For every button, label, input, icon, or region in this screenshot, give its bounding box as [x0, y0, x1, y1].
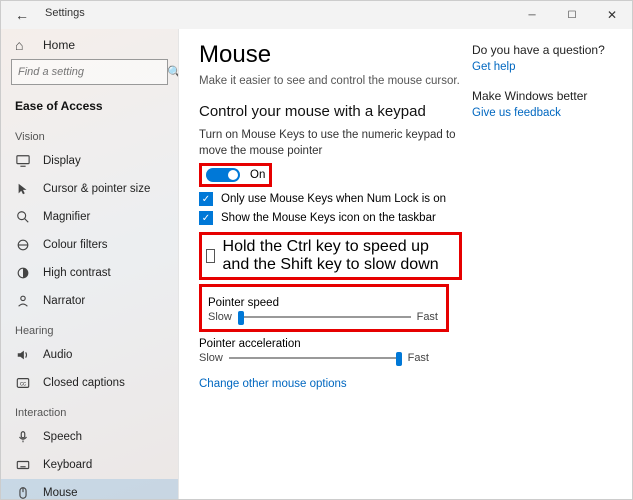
sidebar-item-closed-captions[interactable]: cc Closed captions: [1, 369, 178, 397]
sidebar-item-label: High contrast: [43, 267, 111, 279]
home-label: Home: [43, 38, 75, 52]
checkbox-label: Only use Mouse Keys when Num Lock is on: [221, 193, 446, 205]
slider-slow-label: Slow: [199, 352, 223, 364]
sidebar-item-high-contrast[interactable]: High contrast: [1, 259, 178, 287]
back-button[interactable]: ←: [1, 1, 43, 29]
slider-thumb[interactable]: [238, 311, 244, 325]
sidebar-item-label: Display: [43, 155, 81, 167]
sidebar-item-audio[interactable]: Audio: [1, 341, 178, 369]
slider-slow-label: Slow: [208, 311, 232, 323]
home-link[interactable]: ⌂ Home: [1, 29, 178, 59]
sidebar-item-label: Magnifier: [43, 211, 90, 223]
category-header: Ease of Access: [1, 93, 178, 121]
magnifier-icon: [15, 210, 31, 224]
closed-captions-icon: cc: [15, 376, 31, 390]
close-button[interactable]: ✕: [592, 1, 632, 29]
sidebar-item-keyboard[interactable]: Keyboard: [1, 451, 178, 479]
slider-title-speed: Pointer speed: [208, 297, 440, 309]
keyboard-icon: [15, 458, 31, 472]
mouse-icon: [15, 486, 31, 499]
svg-text:cc: cc: [20, 381, 26, 388]
sidebar-item-label: Closed captions: [43, 377, 125, 389]
display-icon: [15, 154, 31, 168]
sidebar-item-cursor[interactable]: Cursor & pointer size: [1, 175, 178, 203]
slider-title-accel: Pointer acceleration: [199, 338, 449, 350]
sidebar-item-label: Audio: [43, 349, 72, 361]
speech-icon: [15, 430, 31, 444]
slider-fast-label: Fast: [417, 311, 438, 323]
section-title: Control your mouse with a keypad: [199, 103, 462, 120]
sidebar: ⌂ Home 🔍 Ease of Access Vision Display: [1, 29, 179, 499]
pointer-accel-slider[interactable]: [229, 357, 402, 359]
window-title: Settings: [43, 1, 85, 19]
search-icon[interactable]: 🔍: [167, 65, 179, 79]
sidebar-item-narrator[interactable]: Narrator: [1, 287, 178, 315]
search-input[interactable]: [12, 66, 167, 78]
feedback-link[interactable]: Give us feedback: [472, 107, 612, 119]
sidebar-item-mouse[interactable]: Mouse: [1, 479, 178, 499]
get-help-link[interactable]: Get help: [472, 61, 612, 73]
sidebar-item-label: Keyboard: [43, 459, 92, 471]
search-box[interactable]: 🔍: [11, 59, 168, 85]
audio-icon: [15, 348, 31, 362]
minimize-button[interactable]: ─: [512, 1, 552, 29]
page-title: Mouse: [199, 41, 462, 69]
colour-filters-icon: [15, 238, 31, 252]
group-header-vision: Vision: [1, 121, 178, 147]
sidebar-item-speech[interactable]: Speech: [1, 423, 178, 451]
sidebar-item-label: Colour filters: [43, 239, 108, 251]
group-header-hearing: Hearing: [1, 315, 178, 341]
group-header-interaction: Interaction: [1, 397, 178, 423]
sidebar-item-label: Mouse: [43, 487, 78, 499]
checkbox-numlock[interactable]: ✓: [199, 192, 213, 206]
home-icon: ⌂: [15, 37, 31, 53]
checkbox-ctrl-shift[interactable]: [206, 249, 215, 263]
cursor-icon: [15, 182, 31, 196]
high-contrast-icon: [15, 266, 31, 280]
narrator-icon: [15, 294, 31, 308]
slider-thumb[interactable]: [396, 352, 402, 366]
highlight-ctrl-shift: Hold the Ctrl key to speed up and the Sh…: [199, 232, 462, 280]
titlebar: ← Settings ─ ☐ ✕: [1, 1, 632, 29]
highlight-pointer-speed: Pointer speed Slow Fast: [199, 284, 449, 332]
slider-fast-label: Fast: [408, 352, 429, 364]
maximize-button[interactable]: ☐: [552, 1, 592, 29]
pointer-speed-slider[interactable]: [238, 316, 411, 318]
checkbox-label: Hold the Ctrl key to speed up and the Sh…: [223, 238, 455, 274]
aside-question: Do you have a question?: [472, 43, 612, 57]
sidebar-item-display[interactable]: Display: [1, 147, 178, 175]
sidebar-item-label: Narrator: [43, 295, 85, 307]
toggle-label: On: [250, 169, 265, 181]
highlight-toggle: On: [199, 163, 272, 187]
mouse-keys-toggle[interactable]: [206, 168, 240, 182]
sidebar-item-label: Cursor & pointer size: [43, 183, 150, 195]
page-subtitle: Make it easier to see and control the mo…: [199, 75, 462, 87]
sidebar-item-magnifier[interactable]: Magnifier: [1, 203, 178, 231]
other-mouse-options-link[interactable]: Change other mouse options: [199, 378, 347, 390]
checkbox-taskbar-icon[interactable]: ✓: [199, 211, 213, 225]
checkbox-label: Show the Mouse Keys icon on the taskbar: [221, 212, 436, 224]
aside-better: Make Windows better: [472, 89, 612, 103]
sidebar-item-label: Speech: [43, 431, 82, 443]
section-description: Turn on Mouse Keys to use the numeric ke…: [199, 128, 459, 159]
sidebar-item-colour-filters[interactable]: Colour filters: [1, 231, 178, 259]
